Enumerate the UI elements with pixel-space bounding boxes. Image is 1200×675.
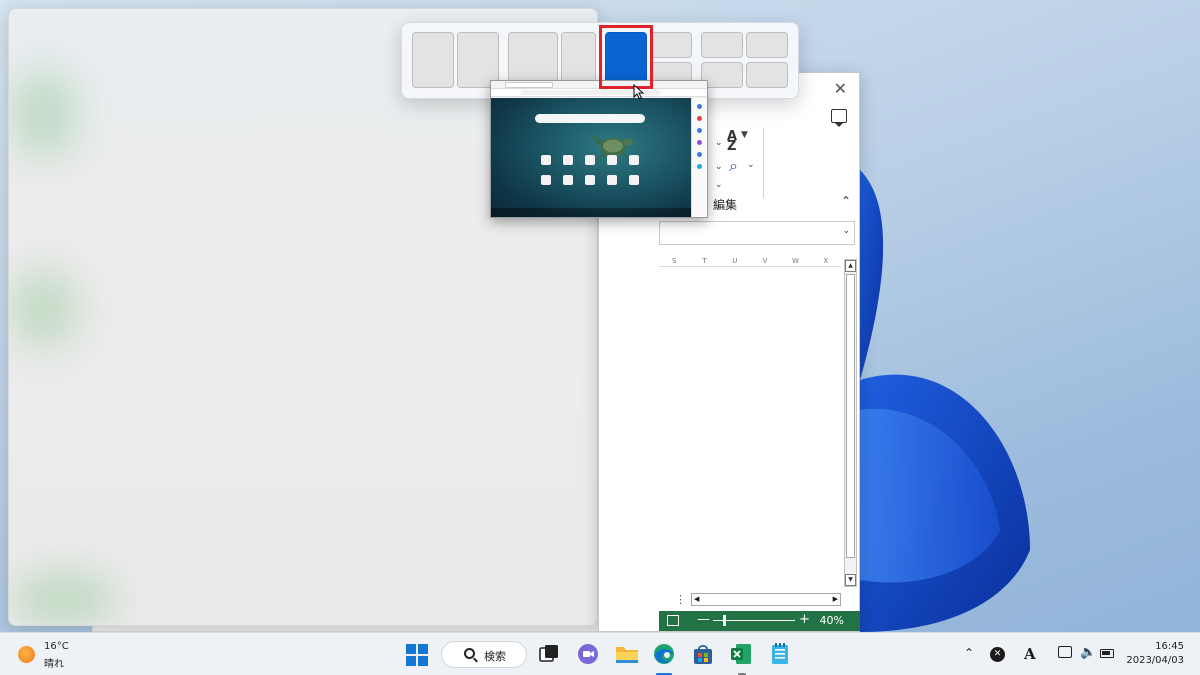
- quick-link-tile: [629, 175, 639, 185]
- clock-date: 2023/04/03: [1126, 655, 1184, 666]
- vertical-scrollbar[interactable]: ▲ ▼: [844, 259, 857, 587]
- zoom-slider-knob[interactable]: [723, 615, 726, 626]
- more-options-icon[interactable]: ⋮: [675, 593, 686, 606]
- formula-bar[interactable]: ⌄: [659, 221, 855, 245]
- collapse-ribbon-icon[interactable]: ⌃: [841, 194, 851, 208]
- show-hidden-icons-chevron[interactable]: ⌃: [964, 646, 974, 660]
- ime-mode-icon[interactable]: A: [1024, 645, 1040, 663]
- notepad-icon[interactable]: [769, 642, 795, 668]
- scroll-up-icon[interactable]: ▲: [845, 260, 856, 272]
- scroll-thumb[interactable]: [846, 274, 855, 558]
- chevron-down-icon[interactable]: ⌄: [715, 180, 723, 190]
- thumbnail-sidebar: [691, 98, 707, 217]
- task-view-icon[interactable]: [538, 642, 564, 668]
- search-label: 検索: [484, 650, 506, 663]
- quick-link-tile: [563, 175, 573, 185]
- sunny-weather-icon: [18, 646, 35, 663]
- horizontal-scrollbar[interactable]: ◀ ▶: [691, 593, 841, 606]
- status-close-icon[interactable]: ✕: [990, 647, 1005, 662]
- sheet-tab-bar: ⋮ ◀ ▶: [659, 591, 859, 609]
- column-headers: S T U V W X: [659, 255, 841, 267]
- scroll-down-icon[interactable]: ▼: [845, 574, 856, 586]
- taskbar: 16°C 晴れ 検索 ⌃ ✕ A 🔈 16:45 2023/04/03: [0, 632, 1200, 675]
- close-icon[interactable]: ✕: [834, 79, 847, 98]
- column-header[interactable]: V: [750, 255, 780, 266]
- column-header[interactable]: U: [720, 255, 750, 266]
- ribbon-group-label: 編集: [713, 198, 738, 212]
- teams-chat-icon[interactable]: [576, 642, 602, 668]
- column-header[interactable]: T: [689, 255, 719, 266]
- quick-link-tile: [541, 155, 551, 165]
- quick-link-tile: [607, 175, 617, 185]
- column-header[interactable]: X: [811, 255, 841, 266]
- sort-filter-icon[interactable]: A Z: [727, 130, 737, 153]
- column-header[interactable]: W: [780, 255, 810, 266]
- normal-view-icon[interactable]: [667, 615, 679, 626]
- search-button[interactable]: 検索: [441, 641, 527, 668]
- chevron-down-icon[interactable]: ⌄: [715, 162, 723, 172]
- clock-time: 16:45: [1155, 641, 1184, 652]
- filter-arrow-icon[interactable]: ▼: [741, 130, 748, 140]
- chevron-down-icon[interactable]: ⌄: [715, 138, 723, 148]
- snap-zone[interactable]: [412, 32, 454, 88]
- status-bar: — + 40%: [659, 611, 860, 631]
- mouse-cursor-icon: [633, 84, 645, 100]
- edge-window-thumbnail[interactable]: [490, 80, 708, 218]
- microsoft-store-icon[interactable]: [691, 642, 717, 668]
- snap-zone[interactable]: [701, 32, 743, 58]
- snap-zone[interactable]: [746, 62, 788, 88]
- network-icon[interactable]: [1058, 646, 1072, 658]
- thumbnail-search-box: [535, 114, 645, 123]
- quick-link-tile: [607, 155, 617, 165]
- column-header[interactable]: S: [659, 255, 689, 266]
- quick-link-tile: [541, 175, 551, 185]
- thumbnail-tab: [505, 82, 553, 88]
- ribbon-separator: [763, 128, 764, 198]
- zoom-in-icon[interactable]: +: [799, 612, 810, 627]
- snap-zone[interactable]: [746, 32, 788, 58]
- excel-icon[interactable]: [729, 642, 755, 675]
- thumbnail-footer: [491, 208, 693, 217]
- worksheet-grid[interactable]: [659, 267, 841, 585]
- snap-zone[interactable]: [650, 32, 692, 58]
- weather-widget[interactable]: 16°C 晴れ: [12, 640, 92, 670]
- wallpaper-bloom: [840, 150, 1200, 632]
- expand-formula-bar-icon[interactable]: ⌄: [842, 226, 850, 236]
- quick-link-tile: [585, 175, 595, 185]
- battery-icon[interactable]: [1100, 649, 1114, 658]
- file-explorer-icon[interactable]: [614, 642, 640, 668]
- quick-link-tile: [585, 155, 595, 165]
- zoom-out-icon[interactable]: —: [697, 612, 710, 627]
- search-icon: [464, 648, 475, 659]
- windows-logo-icon[interactable]: [406, 644, 428, 666]
- volume-icon[interactable]: 🔈: [1080, 645, 1096, 660]
- weather-condition: 晴れ: [44, 659, 64, 670]
- weather-temperature: 16°C: [44, 641, 69, 652]
- system-clock[interactable]: 16:45 2023/04/03: [1126, 640, 1184, 668]
- comments-icon[interactable]: [831, 109, 847, 127]
- scroll-right-icon[interactable]: ▶: [833, 594, 838, 605]
- find-select-icon[interactable]: ⌕: [729, 156, 738, 176]
- chevron-down-icon[interactable]: ⌄: [747, 160, 755, 170]
- quick-link-tile: [563, 155, 573, 165]
- scroll-left-icon[interactable]: ◀: [694, 594, 699, 605]
- zoom-level[interactable]: 40%: [820, 614, 844, 627]
- edge-icon[interactable]: [652, 642, 678, 675]
- quick-link-tile: [629, 155, 639, 165]
